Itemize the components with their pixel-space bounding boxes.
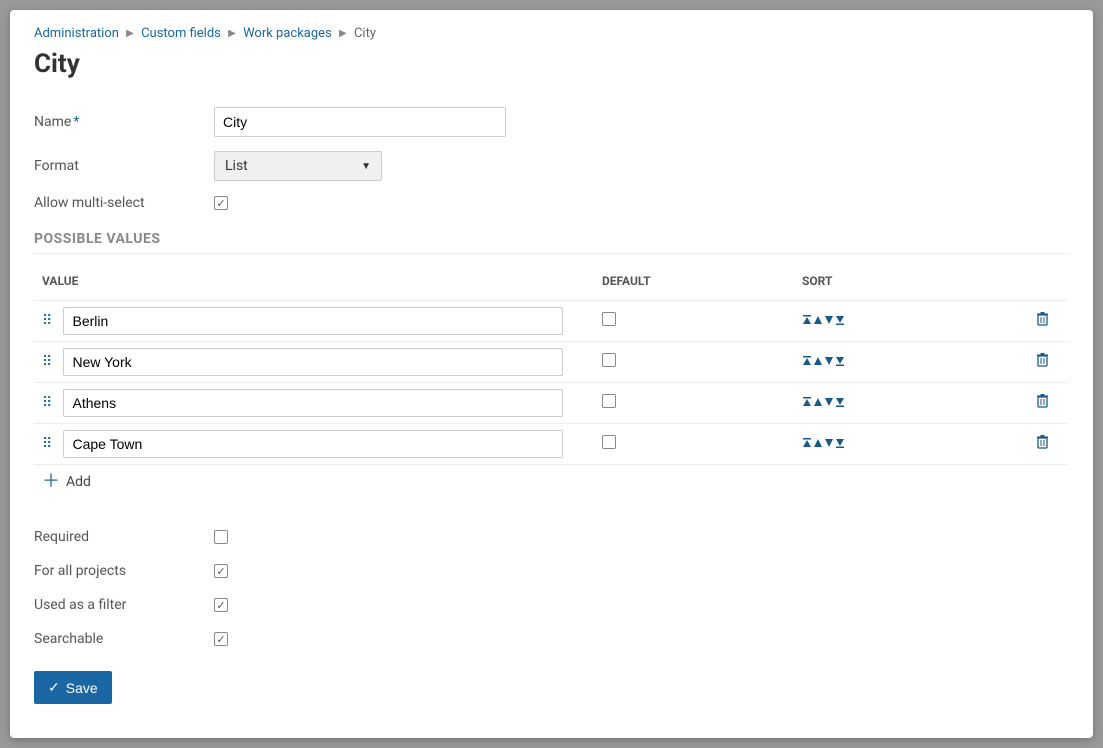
move-bottom-icon[interactable] (835, 397, 845, 410)
drag-handle-icon[interactable] (42, 441, 54, 447)
default-checkbox[interactable] (602, 394, 616, 408)
filter-checkbox[interactable] (214, 598, 228, 612)
delete-icon[interactable] (1036, 437, 1049, 453)
move-top-icon[interactable] (802, 356, 812, 369)
format-select[interactable]: List ▼ (214, 151, 382, 181)
default-checkbox[interactable] (602, 435, 616, 449)
value-input[interactable] (63, 348, 563, 376)
multi-select-checkbox[interactable] (214, 196, 228, 210)
move-down-icon[interactable] (824, 438, 834, 451)
chevron-right-icon: ▶ (228, 28, 236, 39)
chevron-down-icon: ▼ (361, 161, 371, 172)
searchable-label: Searchable (34, 631, 214, 647)
breadcrumb-link-work-packages[interactable]: Work packages (243, 26, 332, 41)
table-row (34, 383, 1069, 424)
chevron-right-icon: ▶ (339, 28, 347, 39)
delete-icon[interactable] (1036, 314, 1049, 330)
move-up-icon[interactable] (813, 315, 823, 328)
breadcrumb-link-custom-fields[interactable]: Custom fields (141, 26, 221, 41)
col-value: VALUE (34, 260, 594, 301)
sort-controls (802, 438, 966, 451)
add-value-button[interactable]: ＋ Add (34, 465, 1069, 499)
multi-select-label: Allow multi-select (34, 195, 214, 211)
sort-controls (802, 397, 966, 410)
default-checkbox[interactable] (602, 312, 616, 326)
breadcrumb-link-admin[interactable]: Administration (34, 26, 119, 41)
value-input[interactable] (63, 430, 563, 458)
name-label: Name* (34, 114, 214, 130)
table-row (34, 342, 1069, 383)
move-down-icon[interactable] (824, 356, 834, 369)
save-button-label: Save (66, 680, 98, 696)
move-up-icon[interactable] (813, 438, 823, 451)
move-down-icon[interactable] (824, 315, 834, 328)
format-label: Format (34, 158, 214, 174)
move-top-icon[interactable] (802, 438, 812, 451)
name-input[interactable] (214, 107, 506, 137)
drag-handle-icon[interactable] (42, 400, 54, 406)
default-checkbox[interactable] (602, 353, 616, 367)
filter-label: Used as a filter (34, 597, 214, 613)
possible-values-heading: POSSIBLE VALUES (34, 231, 1069, 254)
required-label: Required (34, 529, 214, 545)
breadcrumb: Administration ▶ Custom fields ▶ Work pa… (34, 26, 1069, 41)
required-checkbox[interactable] (214, 530, 228, 544)
check-icon: ✓ (48, 679, 60, 696)
table-row (34, 424, 1069, 465)
chevron-right-icon: ▶ (126, 28, 134, 39)
all-projects-checkbox[interactable] (214, 564, 228, 578)
format-select-value: List (225, 158, 248, 174)
delete-icon[interactable] (1036, 396, 1049, 412)
move-down-icon[interactable] (824, 397, 834, 410)
move-top-icon[interactable] (802, 315, 812, 328)
breadcrumb-current: City (354, 26, 376, 41)
move-bottom-icon[interactable] (835, 356, 845, 369)
col-sort: SORT (794, 260, 974, 301)
delete-icon[interactable] (1036, 355, 1049, 371)
add-value-label: Add (66, 474, 91, 490)
col-default: DEFAULT (594, 260, 794, 301)
drag-handle-icon[interactable] (42, 359, 54, 365)
value-input[interactable] (63, 389, 563, 417)
all-projects-label: For all projects (34, 563, 214, 579)
page-title: City (34, 49, 1069, 79)
sort-controls (802, 356, 966, 369)
move-up-icon[interactable] (813, 397, 823, 410)
table-row (34, 301, 1069, 342)
drag-handle-icon[interactable] (42, 318, 54, 324)
move-up-icon[interactable] (813, 356, 823, 369)
searchable-checkbox[interactable] (214, 632, 228, 646)
move-top-icon[interactable] (802, 397, 812, 410)
plus-icon: ＋ (42, 473, 60, 491)
sort-controls (802, 315, 966, 328)
move-bottom-icon[interactable] (835, 438, 845, 451)
save-button[interactable]: ✓ Save (34, 671, 112, 704)
move-bottom-icon[interactable] (835, 315, 845, 328)
value-input[interactable] (63, 307, 563, 335)
values-table: VALUE DEFAULT SORT (34, 260, 1069, 465)
